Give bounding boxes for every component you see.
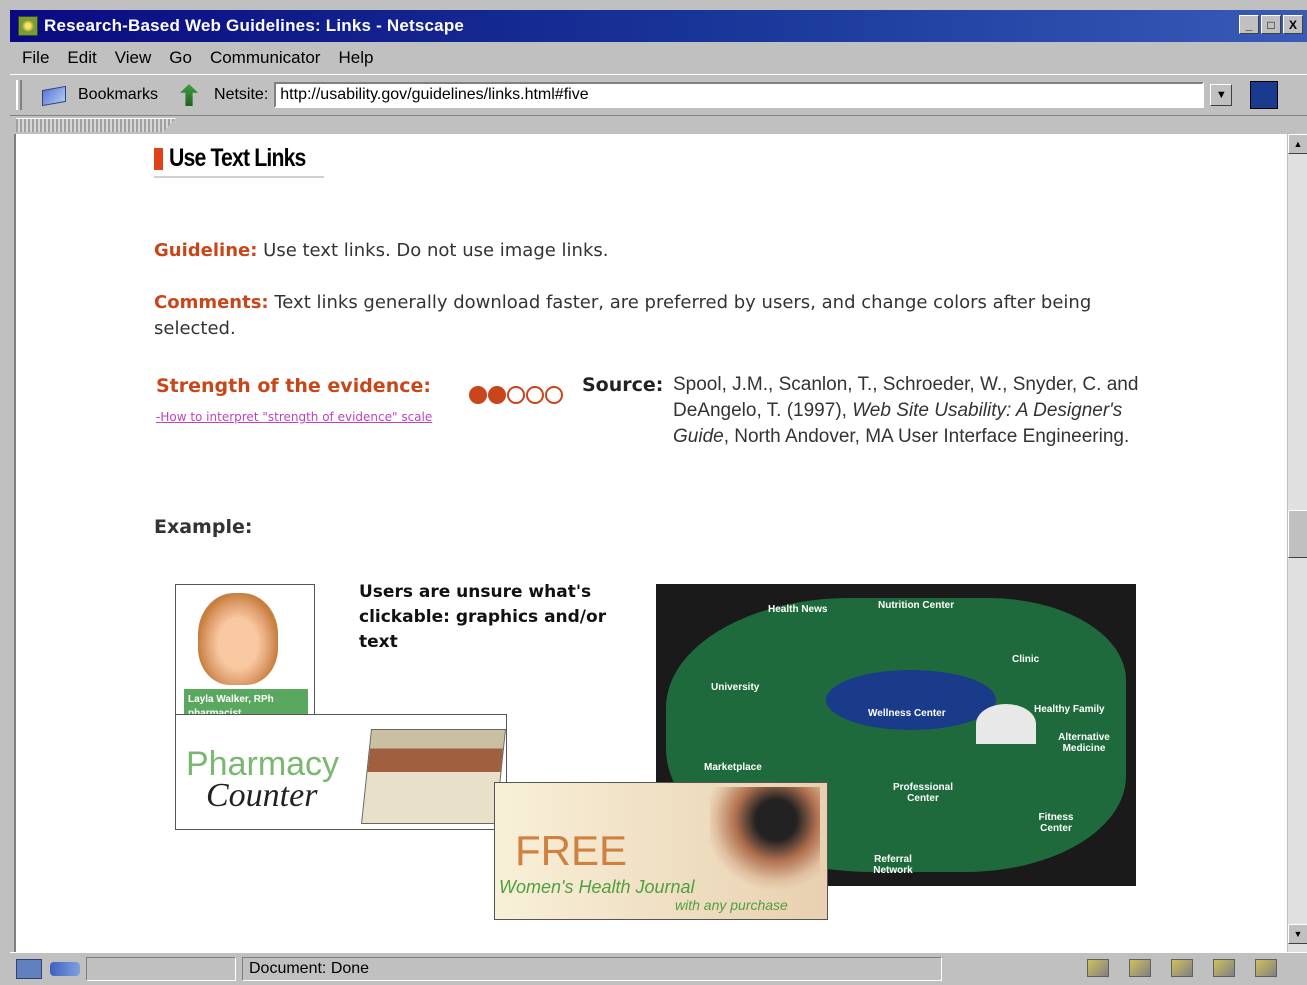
location-label: Netsite: bbox=[214, 86, 269, 103]
menu-help[interactable]: Help bbox=[338, 48, 373, 68]
heading-marker-icon bbox=[154, 147, 163, 170]
interpret-scale-link[interactable]: -How to interpret "strength of evidence"… bbox=[156, 410, 432, 424]
map-label-university[interactable]: University bbox=[711, 682, 759, 693]
menu-edit[interactable]: Edit bbox=[67, 48, 96, 68]
strength-dot bbox=[545, 386, 563, 404]
strength-dot bbox=[526, 386, 544, 404]
guideline-paragraph: Guideline: Use text links. Do not use im… bbox=[154, 238, 609, 264]
pharmacist-face bbox=[198, 593, 278, 685]
heading-divider bbox=[154, 176, 324, 178]
pharmacist-photo[interactable]: Layla Walker, RPh pharmacist bbox=[175, 584, 315, 734]
conference-icon[interactable] bbox=[1255, 959, 1277, 977]
page-heading: Use Text Links bbox=[154, 144, 330, 173]
maximize-button[interactable]: □ bbox=[1261, 15, 1281, 34]
example-label: Example: bbox=[154, 516, 253, 538]
title-bar: Research-Based Web Guidelines: Links - N… bbox=[10, 10, 1307, 42]
composer-icon[interactable] bbox=[1213, 959, 1235, 977]
url-dropdown-button[interactable]: ▼ bbox=[1210, 84, 1233, 106]
pharmacy-building bbox=[361, 729, 506, 824]
map-label-fitness[interactable]: Fitness Center bbox=[1026, 812, 1086, 834]
strength-dot bbox=[469, 386, 487, 404]
discussions-icon[interactable] bbox=[1171, 959, 1193, 977]
menu-file[interactable]: File bbox=[22, 48, 49, 68]
location-toolbar: Bookmarks Netsite: http://usability.gov/… bbox=[10, 74, 1307, 116]
map-label-marketplace[interactable]: Marketplace bbox=[704, 762, 762, 773]
bookmarks-icon[interactable] bbox=[40, 84, 70, 106]
pharmacy-counter-image[interactable]: Pharmacy Counter bbox=[175, 714, 507, 830]
strength-dot bbox=[507, 386, 525, 404]
close-button[interactable]: X bbox=[1283, 15, 1303, 34]
page-proxy-icon[interactable] bbox=[180, 84, 199, 106]
map-lake bbox=[826, 670, 996, 730]
counter-word: Counter bbox=[206, 777, 318, 814]
collapse-toolbar-tab[interactable] bbox=[16, 118, 176, 132]
page-title: Use Text Links bbox=[169, 144, 306, 172]
free-journal-image[interactable]: FREE Women's Health Journal with any pur… bbox=[494, 782, 828, 920]
strength-dot bbox=[488, 386, 506, 404]
scroll-down-button[interactable]: ▼ bbox=[1288, 924, 1307, 944]
guideline-text: Use text links. Do not use image links. bbox=[257, 240, 609, 261]
component-tray bbox=[1087, 959, 1277, 977]
scroll-thumb[interactable] bbox=[1288, 510, 1307, 558]
map-label-wellness[interactable]: Wellness Center bbox=[868, 708, 946, 719]
pharmacist-name: Layla Walker, RPh bbox=[188, 694, 274, 705]
page-content: Use Text Links Guideline: Use text links… bbox=[14, 134, 1287, 952]
comments-paragraph: Comments: Text links generally download … bbox=[154, 290, 1114, 342]
map-label-health-news[interactable]: Health News bbox=[768, 604, 827, 615]
source-publisher: , North Andover, MA User Interface Engin… bbox=[723, 426, 1130, 447]
map-label-healthy-family[interactable]: Healthy Family bbox=[1034, 704, 1105, 715]
window-title: Research-Based Web Guidelines: Links - N… bbox=[44, 16, 465, 35]
minimize-button[interactable]: _ bbox=[1239, 15, 1259, 34]
mailbox-icon[interactable] bbox=[1129, 959, 1151, 977]
purchase-word: with any purchase bbox=[675, 897, 788, 913]
comments-text: Text links generally download faster, ar… bbox=[154, 292, 1092, 339]
url-field[interactable]: http://usability.gov/guidelines/links.ht… bbox=[274, 82, 1205, 108]
example-caption: Users are unsure what's clickable: graph… bbox=[359, 582, 607, 652]
journal-word: Women's Health Journal bbox=[499, 877, 695, 897]
netscape-throbber-icon[interactable] bbox=[1250, 81, 1279, 109]
connection-icon bbox=[50, 962, 80, 976]
map-label-professional[interactable]: Professional Center bbox=[878, 782, 968, 804]
map-label-referral[interactable]: Referral Network bbox=[858, 854, 928, 876]
menu-bar: File Edit View Go Communicator Help bbox=[10, 42, 1307, 74]
scroll-up-button[interactable]: ▲ bbox=[1288, 134, 1307, 154]
menu-communicator[interactable]: Communicator bbox=[210, 48, 321, 68]
netscape-logo-icon bbox=[18, 16, 38, 36]
bookmarks-button[interactable]: Bookmarks bbox=[78, 86, 158, 104]
source-citation: Spool, J.M., Scanlon, T., Schroeder, W.,… bbox=[673, 372, 1163, 450]
map-dome bbox=[976, 704, 1036, 744]
status-text: Document: Done bbox=[242, 957, 942, 981]
strength-rating bbox=[469, 386, 564, 404]
window-controls: _ □ X bbox=[1239, 15, 1303, 34]
map-label-alternative[interactable]: Alternative Medicine bbox=[1044, 732, 1124, 754]
map-label-clinic[interactable]: Clinic bbox=[1012, 654, 1039, 665]
progress-panel bbox=[86, 957, 236, 981]
guideline-label: Guideline: bbox=[154, 240, 258, 261]
menu-go[interactable]: Go bbox=[169, 48, 192, 68]
comments-label: Comments: bbox=[154, 292, 269, 313]
map-label-nutrition[interactable]: Nutrition Center bbox=[878, 600, 954, 611]
reader-figure bbox=[710, 787, 820, 897]
toolbar-tab-strip bbox=[10, 116, 1307, 134]
source-label: Source: bbox=[582, 374, 664, 396]
free-word: FREE bbox=[515, 827, 628, 874]
status-bar: Document: Done bbox=[10, 952, 1307, 985]
toolbar-grip[interactable] bbox=[16, 80, 22, 110]
strength-label: Strength of the evidence: bbox=[156, 375, 431, 397]
menu-view[interactable]: View bbox=[115, 48, 152, 68]
security-icon[interactable] bbox=[16, 959, 42, 979]
vertical-scrollbar[interactable]: ▲ ▼ bbox=[1287, 134, 1307, 952]
navigator-icon[interactable] bbox=[1087, 959, 1109, 977]
